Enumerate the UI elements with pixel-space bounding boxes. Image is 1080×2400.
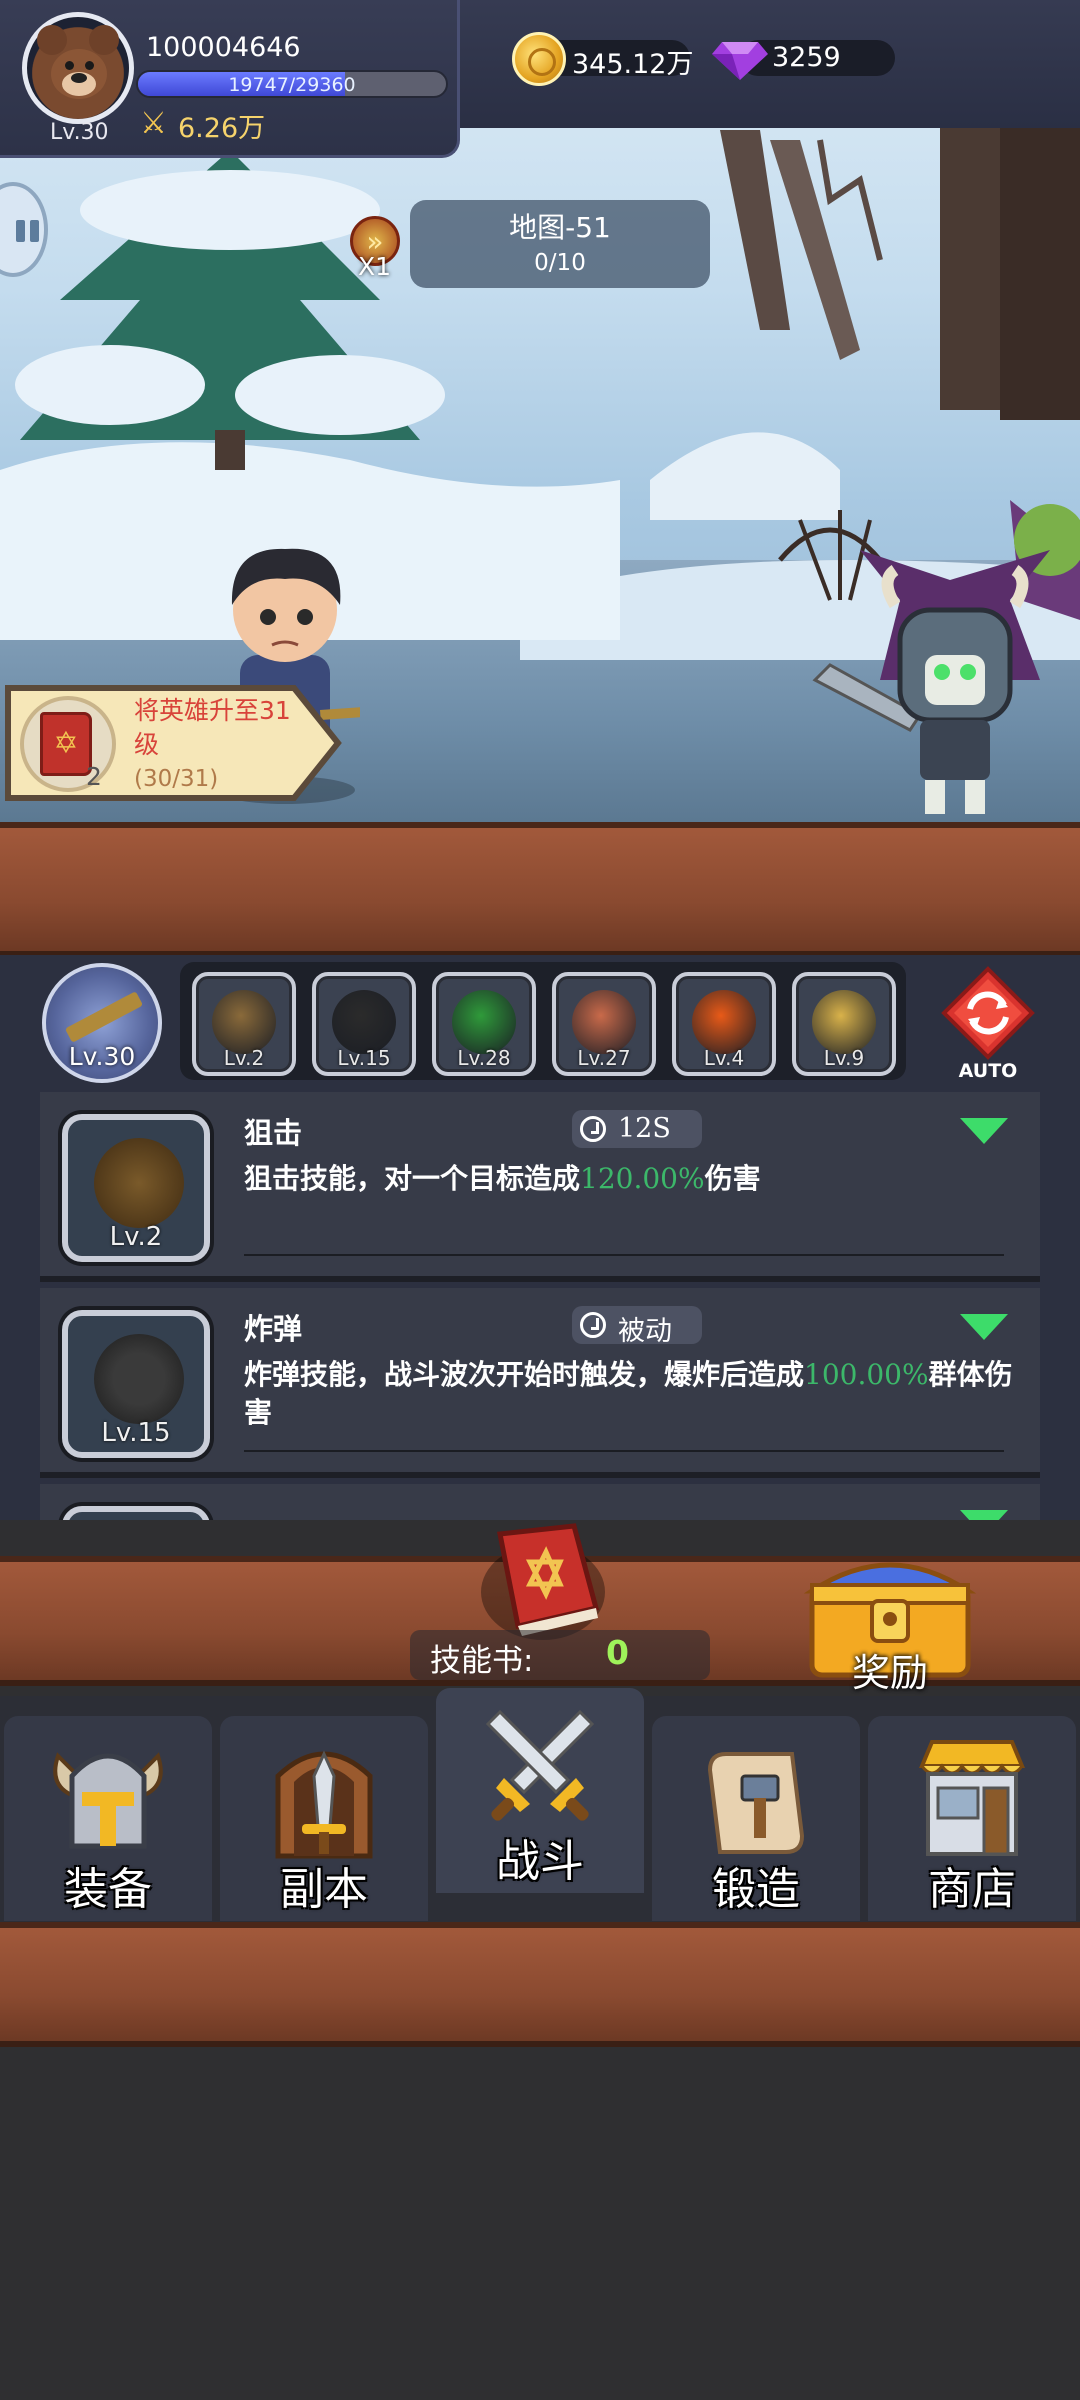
desc-value: 100.00% bbox=[804, 1358, 929, 1391]
skill-name: 狙击 bbox=[244, 1116, 303, 1150]
speed-label: X1 bbox=[358, 252, 392, 281]
wood-divider-top bbox=[0, 822, 1080, 957]
clock-icon bbox=[580, 1116, 606, 1142]
gold-coin-icon bbox=[512, 32, 566, 86]
nav-label: 锻造 bbox=[712, 1864, 800, 1915]
skill-slot-level: Lv.2 bbox=[223, 1046, 265, 1070]
auto-label: AUTO bbox=[958, 1060, 1018, 1082]
xp-text: 19747/29360 bbox=[228, 74, 356, 96]
desc-prefix: 狙击技能，对一个目标造成 bbox=[244, 1162, 581, 1195]
skill-slot-art bbox=[812, 990, 876, 1054]
skill-description: 炸弹技能，战斗波次开始时触发，爆炸后造成100.00%群体伤害 bbox=[244, 1356, 1014, 1432]
skill-slot-level: Lv.4 bbox=[703, 1046, 745, 1070]
snipe-art bbox=[94, 1138, 184, 1228]
skill-slot-2[interactable]: Lv.15 bbox=[312, 972, 416, 1076]
rifle-icon bbox=[64, 991, 144, 1043]
skill-book-icon[interactable] bbox=[478, 1522, 608, 1642]
quest-count: 2 bbox=[86, 762, 102, 791]
reward-label: 奖励 bbox=[851, 1651, 928, 1695]
card-divider bbox=[244, 1254, 1004, 1256]
skill-slot-art bbox=[692, 990, 756, 1054]
bomb-art bbox=[94, 1334, 184, 1424]
map-name: 地图-51 bbox=[509, 211, 611, 244]
avatar-eye-right bbox=[85, 61, 94, 70]
nav-label: 副本 bbox=[280, 1864, 368, 1915]
combat-power: 6.26万 bbox=[178, 113, 266, 144]
gem-amount: 3259 bbox=[772, 42, 841, 73]
clock-icon bbox=[580, 1312, 606, 1338]
weapon-level: Lv.30 bbox=[68, 1042, 136, 1071]
crossed-swords-icon bbox=[485, 1709, 595, 1821]
skill-book-value: 0 bbox=[606, 1633, 629, 1672]
avatar-eye-left bbox=[65, 61, 74, 70]
player-level: Lv.30 bbox=[50, 120, 109, 145]
partial-skill-icon bbox=[62, 1506, 210, 1520]
nav-label: 装备 bbox=[64, 1864, 152, 1915]
skill-slot-level: Lv.15 bbox=[337, 1046, 391, 1070]
avatar-ear-left bbox=[37, 25, 67, 55]
crossed-swords-icon: ⚔ bbox=[140, 106, 167, 141]
desc-value: 120.00% bbox=[580, 1162, 705, 1195]
skill-book-label: 技能书: bbox=[430, 1643, 534, 1679]
skill-slot-art bbox=[572, 990, 636, 1054]
skill-slot-4[interactable]: Lv.27 bbox=[552, 972, 656, 1076]
skill-slot-art bbox=[452, 990, 516, 1054]
cooldown-text: 被动 bbox=[618, 1316, 672, 1347]
skill-card-snipe[interactable]: Lv.2 狙击 12S 狙击技能，对一个目标造成120.00%伤害 bbox=[40, 1092, 1040, 1282]
dungeon-gate-sword-icon bbox=[275, 1750, 373, 1859]
avatar-nose bbox=[71, 73, 87, 83]
book-icon: ✡ bbox=[40, 712, 92, 776]
scroll-hammer-icon bbox=[707, 1752, 805, 1854]
xp-bar: 19747/29360 bbox=[136, 70, 448, 98]
expand-arrow-icon[interactable] bbox=[960, 1314, 1008, 1340]
skill-slot-art bbox=[332, 990, 396, 1054]
nav-battle[interactable]: 战斗 bbox=[436, 1688, 644, 1893]
skill-description: 狙击技能，对一个目标造成120.00%伤害 bbox=[244, 1160, 1014, 1198]
skill-slot-level: Lv.9 bbox=[823, 1046, 865, 1070]
nav-dungeon[interactable]: 副本 bbox=[220, 1716, 428, 1921]
cooldown-pill: 12S bbox=[572, 1110, 702, 1148]
skill-card-partial[interactable] bbox=[40, 1484, 1040, 1520]
skill-name: 炸弹 bbox=[244, 1312, 303, 1346]
helmet-icon bbox=[53, 1752, 163, 1849]
nav-shop[interactable]: 商店 bbox=[868, 1716, 1076, 1921]
quest-progress: (30/31) bbox=[134, 766, 219, 792]
nav-label: 商店 bbox=[928, 1864, 1016, 1915]
skill-slot-3[interactable]: Lv.28 bbox=[432, 972, 536, 1076]
purple-gem-icon bbox=[712, 42, 768, 80]
gold-amount: 345.12万 bbox=[572, 49, 694, 80]
skill-slot-art bbox=[212, 990, 276, 1054]
cooldown-text: 12S bbox=[618, 1113, 671, 1144]
nav-forge[interactable]: 锻造 bbox=[652, 1716, 860, 1921]
card-skill-level: Lv.2 bbox=[109, 1222, 163, 1252]
skill-slot-5[interactable]: Lv.4 bbox=[672, 972, 776, 1076]
wood-divider-bottom bbox=[0, 1922, 1080, 2047]
shop-stall-icon bbox=[919, 1740, 1025, 1856]
snipe-skill-icon: Lv.2 bbox=[62, 1114, 210, 1262]
desc-prefix: 炸弹技能，战斗波次开始时触发，爆炸后造成 bbox=[244, 1358, 805, 1391]
skill-list[interactable]: Lv.2 狙击 12S 狙击技能，对一个目标造成120.00%伤害 Lv.15 … bbox=[40, 1092, 1040, 1520]
avatar-ear-right bbox=[89, 25, 119, 55]
enemy-skeleton-knight bbox=[812, 500, 1080, 814]
skill-slot-level: Lv.28 bbox=[457, 1046, 511, 1070]
expand-arrow-icon[interactable] bbox=[960, 1118, 1008, 1144]
player-avatar[interactable] bbox=[22, 12, 134, 124]
skill-slot-6[interactable]: Lv.9 bbox=[792, 972, 896, 1076]
skill-slot-level: Lv.27 bbox=[577, 1046, 631, 1070]
wave-progress: 0/10 bbox=[534, 250, 586, 276]
skill-slot-1[interactable]: Lv.2 bbox=[192, 972, 296, 1076]
expand-arrow-icon[interactable] bbox=[960, 1510, 1008, 1520]
quest-title: 将英雄升至31级 bbox=[134, 696, 291, 759]
auto-refresh-button[interactable] bbox=[940, 965, 1036, 1061]
nav-equipment[interactable]: 装备 bbox=[4, 1716, 212, 1921]
desc-suffix: 伤害 bbox=[704, 1162, 761, 1195]
card-skill-level: Lv.15 bbox=[101, 1418, 171, 1448]
nav-label: 战斗 bbox=[496, 1836, 584, 1887]
card-divider bbox=[244, 1450, 1004, 1452]
player-id: 100004646 bbox=[146, 32, 301, 63]
cooldown-pill: 被动 bbox=[572, 1306, 702, 1347]
bomb-skill-icon: Lv.15 bbox=[62, 1310, 210, 1458]
skill-card-bomb[interactable]: Lv.15 炸弹 被动 炸弹技能，战斗波次开始时触发，爆炸后造成100.00%群… bbox=[40, 1288, 1040, 1478]
